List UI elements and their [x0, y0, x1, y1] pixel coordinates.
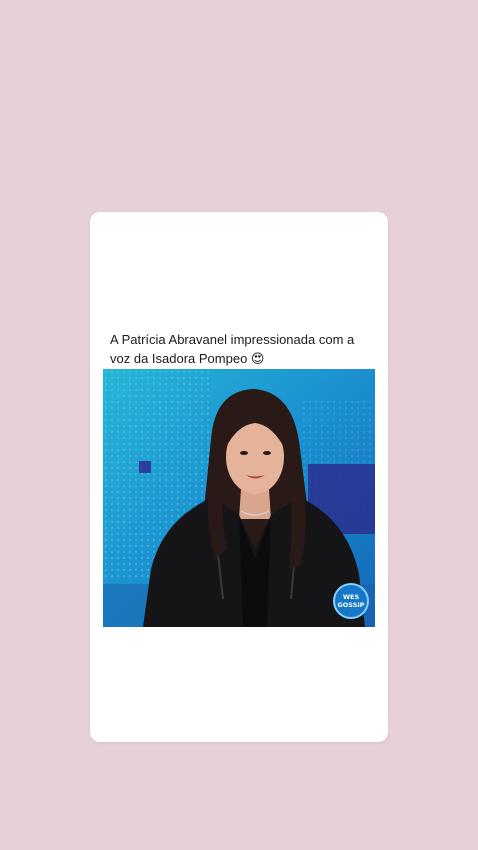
post-card: A Patrícia Abravanel impressionada com a… — [90, 212, 388, 742]
wes-gossip-watermark: WES GOSSIP — [333, 583, 369, 619]
video-frame[interactable]: WES GOSSIP — [103, 369, 375, 627]
watermark-line-2: GOSSIP — [337, 601, 365, 609]
watermark-line-1: WES — [342, 593, 360, 601]
video-still-image — [103, 369, 375, 627]
post-caption: A Patrícia Abravanel impressionada com a… — [110, 332, 355, 366]
